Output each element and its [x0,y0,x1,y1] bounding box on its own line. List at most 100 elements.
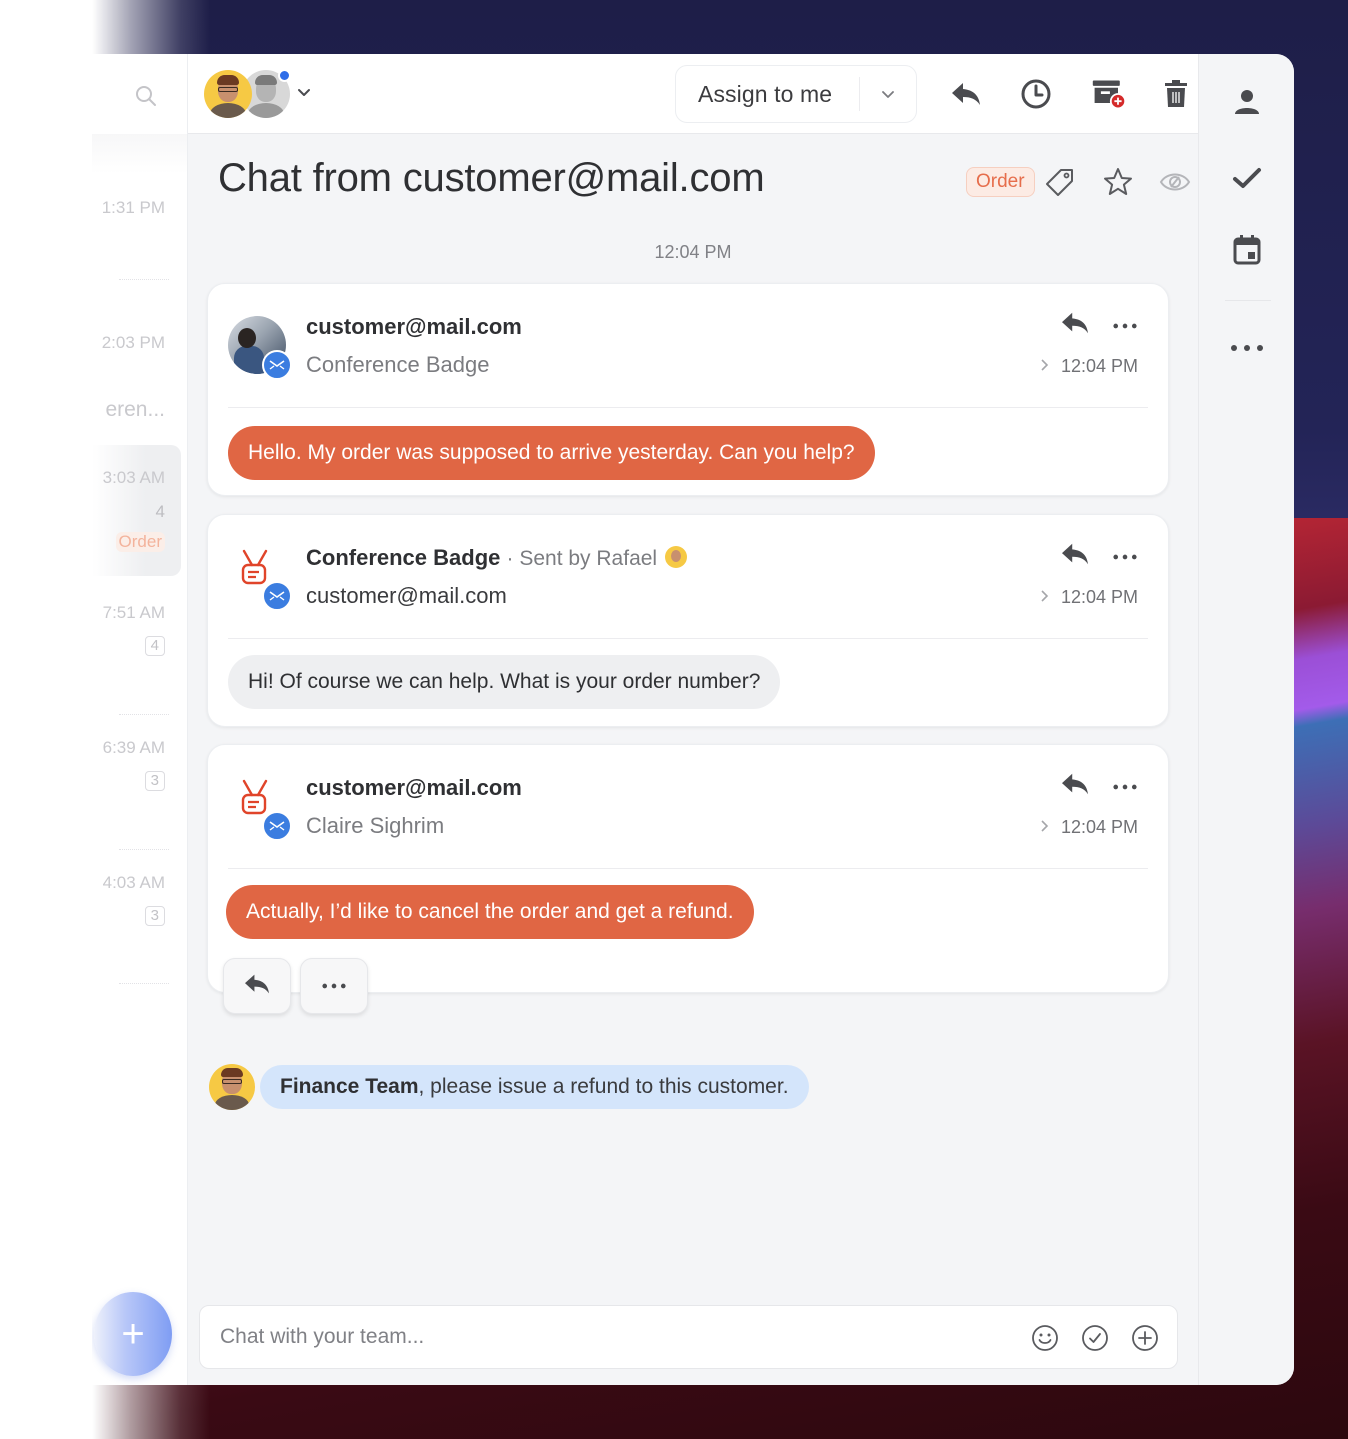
channel-avatar [228,777,292,841]
message-recipient: customer@mail.com [306,583,507,608]
list-item-count: 3 [144,771,165,791]
reply-icon[interactable] [1060,541,1090,572]
message-bubble: Hello. My order was supposed to arrive y… [228,426,875,480]
reply-icon [243,972,271,1001]
list-header-shadow [92,134,187,174]
message-recipient: Conference Badge [306,352,490,377]
archive-icon[interactable] [1091,76,1127,112]
message-recipient: Claire Sighrim [306,813,445,838]
conversation-header: Chat from customer@mail.com Order [218,156,1191,212]
search-icon[interactable] [134,84,158,108]
quick-reply-button[interactable] [223,958,291,1014]
chevron-right-icon [1039,356,1049,377]
list-item-time: 3:03 AM [102,468,165,487]
message-header[interactable]: Conference Badge · Sent by Rafael custom… [208,515,1168,639]
list-item-tag: Order [115,532,165,552]
message-header[interactable]: customer@mail.com Claire Sighrim 12:04 P… [208,745,1168,869]
channel-avatar [228,547,292,611]
hide-eye-icon[interactable] [1157,164,1193,200]
divider [228,638,1148,639]
message-sender: Conference Badge · Sent by Rafael [306,545,688,571]
messenger-icon [262,811,292,841]
emoji-icon[interactable] [1031,1324,1059,1357]
message-bubble: Hi! Of course we can help. What is your … [228,655,781,709]
assignee-avatars[interactable] [204,69,291,119]
internal-note: Finance Team, please issue a refund to t… [209,1064,809,1110]
calendar-icon[interactable] [1227,230,1267,270]
avatar [204,70,252,118]
right-sidebar [1198,54,1294,1385]
note-bubble: Finance Team, please issue a refund to t… [260,1065,809,1109]
day-timestamp: 12:04 PM [654,242,732,262]
team-mention[interactable]: Finance Team [280,1075,419,1098]
chevron-right-icon [1039,587,1049,608]
app-window: 1:31 PM 2:03 PM eren... 3:03 AM 4 Order … [92,54,1294,1385]
more-icon [321,977,347,995]
assign-to-me-label: Assign to me [698,80,833,107]
task-check-icon[interactable] [1081,1324,1109,1357]
plus-icon: + [121,1311,145,1356]
messenger-icon [262,350,292,380]
reply-icon[interactable] [1060,771,1090,802]
message-header[interactable]: customer@mail.com Conference Badge 12:04… [208,284,1168,408]
snooze-clock-icon[interactable] [1018,76,1054,112]
add-attachment-icon[interactable] [1131,1324,1159,1357]
team-chat-composer [199,1305,1178,1369]
avatar [209,1064,255,1110]
message-card: customer@mail.com Claire Sighrim 12:04 P… [207,744,1169,993]
compose-button[interactable]: + [94,1292,172,1376]
divider [1225,300,1271,301]
list-item-time: 6:39 AM [102,738,165,757]
star-icon[interactable] [1100,164,1136,200]
conversation-pane: Assign to me Chat from customer@mail.com… [188,54,1259,1385]
message-card: customer@mail.com Conference Badge 12:04… [207,283,1169,496]
order-tag[interactable]: Order [966,167,1035,197]
messenger-icon [262,581,292,611]
message-sender: customer@mail.com [306,775,522,800]
team-chat-input[interactable] [220,1306,980,1368]
list-item-time: 4:03 AM [102,873,165,892]
list-divider [119,983,169,984]
list-item-time: 7:51 AM [102,603,165,622]
tag-icon[interactable] [1042,164,1078,200]
list-item-count: 4 [144,636,165,656]
message-time[interactable]: 12:04 PM [1039,356,1138,377]
avatar [665,546,688,568]
divider [228,868,1148,869]
online-indicator [278,69,291,82]
list-item-snippet: eren... [105,398,165,421]
assign-to-me-button[interactable]: Assign to me [675,65,917,123]
more-icon[interactable] [1112,778,1138,796]
list-item-time: 1:31 PM [101,198,165,217]
message-time[interactable]: 12:04 PM [1039,587,1138,608]
message-time[interactable]: 12:04 PM [1039,817,1138,838]
message-bubble: Actually, I’d like to cancel the order a… [226,885,754,939]
list-item-selected[interactable] [92,445,181,576]
reply-icon[interactable] [948,76,984,112]
contact-person-icon[interactable] [1227,82,1267,122]
note-text: , please issue a refund to this customer… [418,1075,789,1098]
quick-more-button[interactable] [300,958,368,1014]
reply-icon[interactable] [1060,310,1090,341]
list-item-count: 3 [144,906,165,926]
more-icon[interactable] [1227,328,1267,368]
conversation-list: 1:31 PM 2:03 PM eren... 3:03 AM 4 Order … [92,54,188,1385]
sent-by-label: · Sent by Rafael [506,547,658,570]
trash-icon[interactable] [1158,76,1194,112]
chevron-right-icon [1039,817,1049,838]
message-card: Conference Badge · Sent by Rafael custom… [207,514,1169,727]
list-divider [119,849,169,850]
list-divider [119,714,169,715]
toolbar: Assign to me [188,54,1259,134]
more-icon[interactable] [1112,317,1138,335]
customer-avatar [228,316,292,380]
more-icon[interactable] [1112,548,1138,566]
list-item-time: 2:03 PM [101,333,165,352]
message-sender: customer@mail.com [306,314,522,339]
tasks-check-icon[interactable] [1227,158,1267,198]
divider [228,407,1148,408]
chevron-down-icon[interactable] [860,87,916,101]
list-divider [119,279,169,280]
list-item-count: 4 [155,502,165,521]
chevron-down-icon[interactable] [296,84,312,105]
